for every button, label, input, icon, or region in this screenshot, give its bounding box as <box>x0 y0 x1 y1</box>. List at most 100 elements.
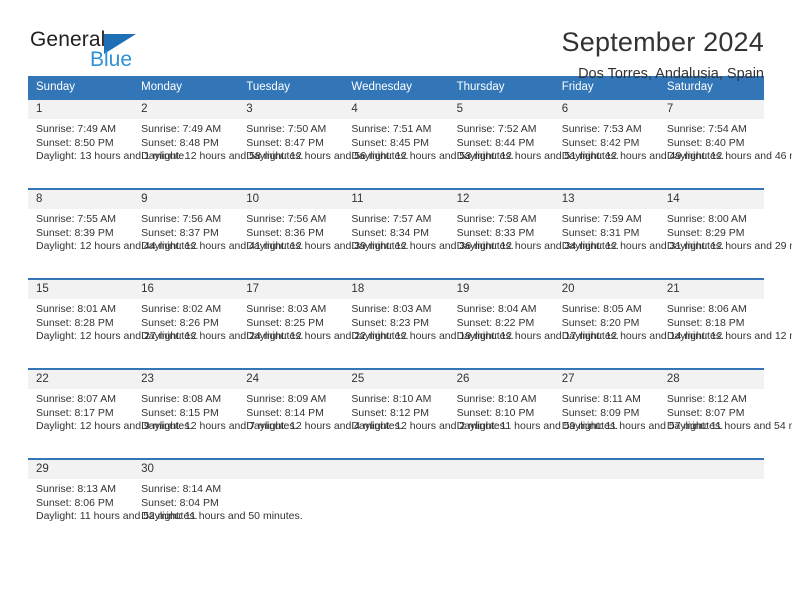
daylight-text: Daylight: 12 hours and 19 minutes. <box>351 330 514 343</box>
daylight-text: Daylight: 12 hours and 46 minutes. <box>666 150 792 163</box>
day-number: 24 <box>238 370 344 389</box>
sunset-text: Sunset: 8:04 PM <box>141 496 219 509</box>
calendar-day-cell[interactable]: 11 Sunrise: 7:57 AM Sunset: 8:34 PM Dayligh… <box>343 188 514 279</box>
daylight-text: Daylight: 12 hours and 44 minutes. <box>36 240 199 253</box>
calendar-week-row: 1 Sunrise: 7:49 AM Sunset: 8:50 PM Daylight… <box>28 98 792 189</box>
daylight-text: Daylight: 12 hours and 29 minutes. <box>666 240 792 253</box>
sunset-text: Sunset: 8:26 PM <box>141 316 219 329</box>
day-cell-inner: 21 Sunrise: 8:06 AM Sunset: 8:18 PM Dayligh… <box>658 280 792 368</box>
calendar-day-cell-empty <box>448 458 554 549</box>
day-cell-inner: 1 Sunrise: 7:49 AM Sunset: 8:50 PM Daylight… <box>28 100 188 188</box>
daylight-text: Daylight: 12 hours and 12 minutes. <box>666 330 792 343</box>
calendar-week-row: 22 Sunrise: 8:07 AM Sunset: 8:17 PM Dayligh… <box>28 368 792 459</box>
sunrise-text: Sunrise: 7:56 AM <box>246 213 327 225</box>
day-cell-inner: 29 Sunrise: 8:13 AM Sunset: 8:06 PM Dayligh… <box>28 460 197 549</box>
day-details: Sunrise: 7:54 AM Sunset: 8:40 PM Daylight:… <box>659 119 792 164</box>
calendar-day-cell[interactable]: 1 Sunrise: 7:49 AM Sunset: 8:50 PM Daylight… <box>28 98 188 189</box>
sunrise-text: Sunrise: 7:49 AM <box>141 123 222 135</box>
day-cell-inner: 22 Sunrise: 8:07 AM Sunset: 8:17 PM Dayligh… <box>28 370 192 458</box>
weekday-header-sunday: Sunday <box>28 76 134 99</box>
calendar-day-cell[interactable]: 23 Sunrise: 8:08 AM Sunset: 8:15 PM Dayligh… <box>133 368 298 459</box>
calendar-week-row: 8 Sunrise: 7:55 AM Sunset: 8:39 PM Daylight… <box>28 188 792 279</box>
day-number: 14 <box>658 190 764 209</box>
calendar-day-cell[interactable]: 6 Sunrise: 7:53 AM Sunset: 8:42 PM Daylight… <box>553 98 724 189</box>
day-details: Sunrise: 7:53 AM Sunset: 8:42 PM Daylight:… <box>554 119 724 164</box>
calendar-day-cell[interactable]: 28 Sunrise: 8:12 AM Sunset: 8:07 PM Dayligh… <box>658 368 792 459</box>
sunset-text: Sunset: 8:31 PM <box>561 226 640 239</box>
calendar-day-cell[interactable]: 19 Sunrise: 8:04 AM Sunset: 8:22 PM Dayligh… <box>448 278 619 369</box>
daylight-text: Daylight: 12 hours and 31 minutes. <box>561 240 724 253</box>
sunset-text: Sunset: 8:48 PM <box>141 136 219 149</box>
sunrise-text: Sunrise: 7:52 AM <box>456 123 537 135</box>
calendar-day-cell[interactable]: 14 Sunrise: 8:00 AM Sunset: 8:29 PM Dayligh… <box>658 188 792 279</box>
weekday-header-thursday: Thursday <box>448 76 554 99</box>
day-number <box>658 460 764 479</box>
day-cell-inner: 25 Sunrise: 8:10 AM Sunset: 8:12 PM Dayligh… <box>343 370 508 458</box>
sunset-text: Sunset: 8:22 PM <box>456 316 535 329</box>
day-cell-inner: 16 Sunrise: 8:02 AM Sunset: 8:26 PM Dayligh… <box>133 280 303 368</box>
day-cell-inner: 4 Sunrise: 7:51 AM Sunset: 8:45 PM Daylight… <box>343 100 514 188</box>
sunset-text: Sunset: 8:15 PM <box>141 406 219 419</box>
calendar-day-cell[interactable]: 2 Sunrise: 7:49 AM Sunset: 8:48 PM Daylight… <box>133 98 303 189</box>
calendar-day-cell[interactable]: 12 Sunrise: 7:58 AM Sunset: 8:33 PM Dayligh… <box>448 188 619 279</box>
calendar-day-cell[interactable]: 27 Sunrise: 8:11 AM Sunset: 8:09 PM Dayligh… <box>553 368 723 459</box>
calendar-day-cell[interactable]: 18 Sunrise: 8:03 AM Sunset: 8:23 PM Dayligh… <box>343 278 514 369</box>
calendar-day-cell[interactable]: 13 Sunrise: 7:59 AM Sunset: 8:31 PM Dayligh… <box>553 188 724 279</box>
calendar-day-cell[interactable]: 16 Sunrise: 8:02 AM Sunset: 8:26 PM Dayligh… <box>133 278 303 369</box>
daylight-text: Daylight: 11 hours and 54 minutes. <box>666 420 792 433</box>
day-details: Sunrise: 8:10 AM Sunset: 8:12 PM Daylight:… <box>343 389 507 434</box>
calendar-day-cell[interactable]: 3 Sunrise: 7:50 AM Sunset: 8:47 PM Daylight… <box>238 98 409 189</box>
calendar-day-cell[interactable]: 4 Sunrise: 7:51 AM Sunset: 8:45 PM Daylight… <box>343 98 514 189</box>
calendar-day-cell[interactable]: 10 Sunrise: 7:56 AM Sunset: 8:36 PM Dayligh… <box>238 188 409 279</box>
calendar-day-cell[interactable]: 24 Sunrise: 8:09 AM Sunset: 8:14 PM Dayligh… <box>238 368 403 459</box>
sunrise-text: Sunrise: 8:10 AM <box>351 393 432 405</box>
calendar-day-cell[interactable]: 20 Sunrise: 8:05 AM Sunset: 8:20 PM Dayligh… <box>553 278 724 369</box>
calendar-day-cell[interactable]: 5 Sunrise: 7:52 AM Sunset: 8:44 PM Daylight… <box>448 98 619 189</box>
day-number: 12 <box>448 190 554 209</box>
sunset-text: Sunset: 8:50 PM <box>36 136 114 149</box>
day-cell-inner: 24 Sunrise: 8:09 AM Sunset: 8:14 PM Dayligh… <box>238 370 403 458</box>
calendar-day-cell[interactable]: 17 Sunrise: 8:03 AM Sunset: 8:25 PM Dayligh… <box>238 278 409 369</box>
day-details: Sunrise: 8:09 AM Sunset: 8:14 PM Daylight:… <box>238 389 402 434</box>
day-number: 2 <box>133 100 239 119</box>
calendar-day-cell[interactable]: 26 Sunrise: 8:10 AM Sunset: 8:10 PM Dayligh… <box>448 368 618 459</box>
day-cell-inner <box>553 460 659 549</box>
calendar-body: 1 Sunrise: 7:49 AM Sunset: 8:50 PM Daylight… <box>28 98 792 549</box>
day-number: 8 <box>28 190 134 209</box>
day-details: Sunrise: 8:00 AM Sunset: 8:29 PM Daylight:… <box>659 209 792 254</box>
weekday-header-wednesday: Wednesday <box>343 76 449 99</box>
calendar-page: General Blue September 2024 Dos Torres, … <box>0 0 792 612</box>
day-details: Sunrise: 7:51 AM Sunset: 8:45 PM Daylight:… <box>343 119 513 164</box>
page-header: General Blue September 2024 Dos Torres, … <box>28 0 764 82</box>
day-number: 11 <box>343 190 449 209</box>
sunrise-text: Sunrise: 8:03 AM <box>351 303 432 315</box>
calendar-day-cell[interactable]: 8 Sunrise: 7:55 AM Sunset: 8:39 PM Daylight… <box>28 188 199 279</box>
day-cell-inner <box>238 460 344 549</box>
day-number: 17 <box>238 280 344 299</box>
day-details: Sunrise: 8:06 AM Sunset: 8:18 PM Daylight:… <box>659 299 792 344</box>
day-cell-inner: 11 Sunrise: 7:57 AM Sunset: 8:34 PM Dayligh… <box>343 190 514 278</box>
calendar-day-cell[interactable]: 9 Sunrise: 7:56 AM Sunset: 8:37 PM Daylight… <box>133 188 303 279</box>
calendar-day-cell[interactable]: 22 Sunrise: 8:07 AM Sunset: 8:17 PM Dayligh… <box>28 368 192 459</box>
day-number: 27 <box>553 370 659 389</box>
calendar-day-cell[interactable]: 29 Sunrise: 8:13 AM Sunset: 8:06 PM Dayligh… <box>28 458 197 549</box>
day-cell-inner <box>448 460 554 549</box>
sunset-text: Sunset: 8:29 PM <box>666 226 745 239</box>
daylight-text: Daylight: 13 hours and 1 minute. <box>36 150 188 163</box>
day-number: 13 <box>553 190 659 209</box>
brand-logo[interactable]: General Blue <box>28 26 178 78</box>
calendar-day-cell[interactable]: 30 Sunrise: 8:14 AM Sunset: 8:04 PM Dayligh… <box>133 458 303 549</box>
sunset-text: Sunset: 8:45 PM <box>351 136 430 149</box>
sunrise-text: Sunrise: 8:03 AM <box>246 303 327 315</box>
calendar-day-cell[interactable]: 25 Sunrise: 8:10 AM Sunset: 8:12 PM Dayligh… <box>343 368 508 459</box>
sunset-text: Sunset: 8:47 PM <box>246 136 324 149</box>
sunrise-text: Sunrise: 8:02 AM <box>141 303 222 315</box>
calendar-week-row: 15 Sunrise: 8:01 AM Sunset: 8:28 PM Dayligh… <box>28 278 792 369</box>
calendar-day-cell[interactable]: 21 Sunrise: 8:06 AM Sunset: 8:18 PM Dayligh… <box>658 278 792 369</box>
calendar-day-cell[interactable]: 15 Sunrise: 8:01 AM Sunset: 8:28 PM Dayligh… <box>28 278 198 369</box>
calendar-day-cell-empty <box>238 458 344 549</box>
day-details: Sunrise: 8:10 AM Sunset: 8:10 PM Daylight:… <box>449 389 618 434</box>
sunset-text: Sunset: 8:28 PM <box>36 316 114 329</box>
sunrise-text: Sunrise: 8:01 AM <box>36 303 116 315</box>
calendar-day-cell[interactable]: 7 Sunrise: 7:54 AM Sunset: 8:40 PM Daylight… <box>658 98 792 189</box>
